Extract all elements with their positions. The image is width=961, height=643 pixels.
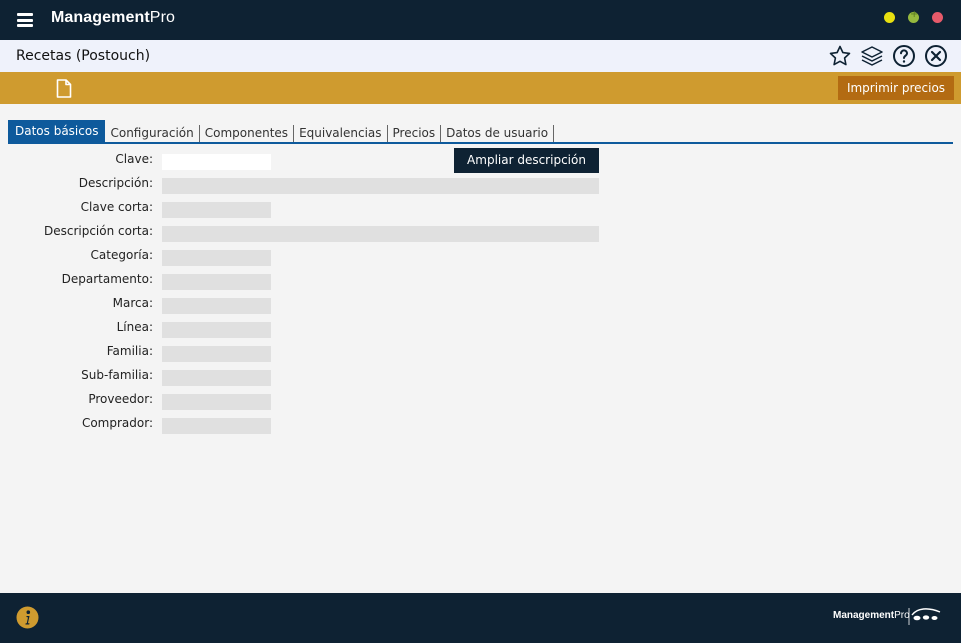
maximize-button[interactable] [908,9,919,23]
title-bar: ManagementPro [0,0,961,40]
close-window-button[interactable] [932,12,943,23]
tab-equivalencias[interactable]: Equivalencias [294,125,388,142]
proveedor-input[interactable] [162,394,271,410]
linea-label: Línea: [116,320,153,334]
marca-label: Marca: [112,296,153,310]
footer-brand: ManagementPro [833,610,910,621]
tab-datos-basicos[interactable]: Datos básicos [8,120,106,143]
familia-label: Familia: [106,344,153,358]
sub-familia-input[interactable] [162,370,271,386]
print-prices-button[interactable]: Imprimir precios [838,76,954,100]
departamento-label: Departamento: [61,272,153,286]
toolbar: Imprimir precios [0,72,961,104]
ampliar-descripcion-button[interactable]: Ampliar descripción [454,148,599,173]
tab-configuracion[interactable]: Configuración [105,125,200,142]
familia-input[interactable] [162,346,271,362]
star-icon[interactable] [828,44,852,68]
categoria-label: Categoría: [90,248,153,262]
hamburger-menu-icon[interactable] [17,13,33,27]
comprador-label: Comprador: [81,416,153,430]
info-icon[interactable] [16,606,39,629]
tab-bar: Datos básicos Configuración Componentes … [8,120,555,143]
close-circle-icon[interactable] [924,44,948,68]
proveedor-label: Proveedor: [88,392,153,406]
clave-corta-label: Clave corta: [80,200,153,214]
descripcion-input[interactable] [162,178,599,194]
tab-componentes[interactable]: Componentes [200,125,295,142]
page-header: Recetas (Postouch) [0,40,961,72]
descripcion-corta-label: Descripción corta: [43,224,153,238]
app-brand: ManagementPro [51,9,175,26]
sub-familia-label: Sub-familia: [81,368,153,382]
tab-precios[interactable]: Precios [388,125,442,142]
tab-datos-de-usuario[interactable]: Datos de usuario [441,125,555,142]
help-icon[interactable] [892,44,916,68]
page-title: Recetas (Postouch) [16,48,151,64]
layers-icon[interactable] [860,44,884,68]
clave-label: Clave: [115,152,153,166]
marca-input[interactable] [162,298,271,314]
comprador-input[interactable] [162,418,271,434]
linea-input[interactable] [162,322,271,338]
new-document-icon[interactable] [56,79,72,98]
categoria-input[interactable] [162,250,271,266]
brand-logo-icon [908,606,942,626]
minimize-button[interactable] [884,12,895,23]
clave-corta-input[interactable] [162,202,271,218]
descripcion-label: Descripción: [78,176,153,190]
descripcion-corta-input[interactable] [162,226,599,242]
clave-input[interactable] [162,154,271,170]
departamento-input[interactable] [162,274,271,290]
tab-underline [8,142,953,144]
footer-bar [0,593,961,643]
